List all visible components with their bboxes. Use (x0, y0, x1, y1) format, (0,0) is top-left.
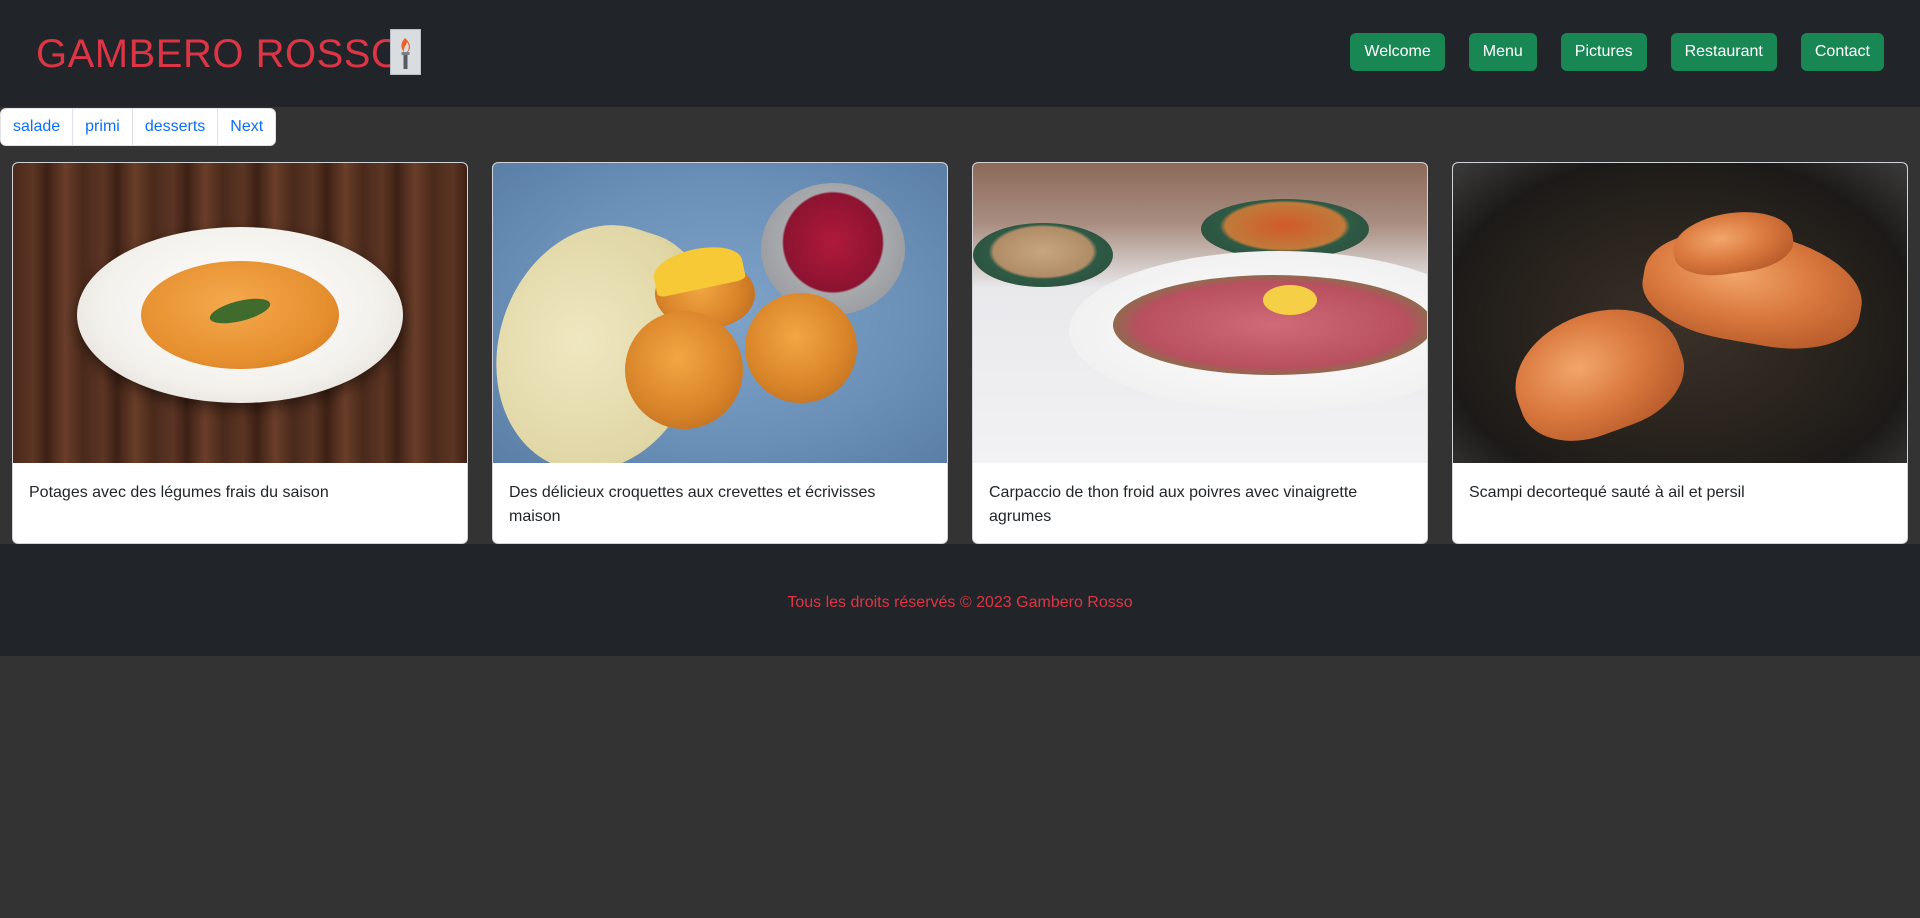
dish-caption: Carpaccio de thon froid aux poivres avec… (989, 484, 1358, 525)
nav-pictures-button[interactable]: Pictures (1560, 33, 1647, 71)
page-link-desserts[interactable]: desserts (133, 109, 219, 145)
dish-card: Scampi decortequé sauté à ail et persil (1452, 162, 1908, 544)
site-header: GAMBERO ROSSO Welcome Menu Pictures Rest… (0, 0, 1920, 107)
dish-caption: Potages avec des légumes frais du saison (29, 484, 329, 501)
dish-card: Carpaccio de thon froid aux poivres avec… (972, 162, 1428, 544)
carpaccio-photo (973, 163, 1427, 463)
soup-photo (13, 163, 467, 463)
page-link-salade[interactable]: salade (1, 109, 74, 145)
torch-logo-icon (390, 29, 421, 75)
page-link-next[interactable]: Next (218, 109, 275, 145)
dish-caption: Scampi decortequé sauté à ail et persil (1469, 484, 1745, 501)
nav-welcome-button[interactable]: Welcome (1350, 33, 1445, 71)
copyright-text: Tous les droits réservés © 2023 Gambero … (787, 594, 1133, 611)
nav-menu-button[interactable]: Menu (1468, 33, 1537, 71)
main-nav: Welcome Menu Pictures Restaurant Contact (1350, 33, 1884, 71)
dish-caption: Des délicieux croquettes aux crevettes e… (509, 484, 876, 525)
dish-cards: Potages avec des légumes frais du saison… (12, 162, 1908, 544)
croquettes-photo (493, 163, 947, 463)
dish-card: Des délicieux croquettes aux crevettes e… (492, 162, 948, 544)
site-footer: Tous les droits réservés © 2023 Gambero … (0, 544, 1920, 656)
category-pagination: salade primi desserts Next (0, 108, 277, 146)
dish-card: Potages avec des légumes frais du saison (12, 162, 468, 544)
page-link-primi[interactable]: primi (73, 109, 133, 145)
nav-contact-button[interactable]: Contact (1800, 33, 1884, 71)
nav-restaurant-button[interactable]: Restaurant (1670, 33, 1777, 71)
scampi-photo (1453, 163, 1907, 463)
brand-title[interactable]: GAMBERO ROSSO (36, 28, 403, 80)
